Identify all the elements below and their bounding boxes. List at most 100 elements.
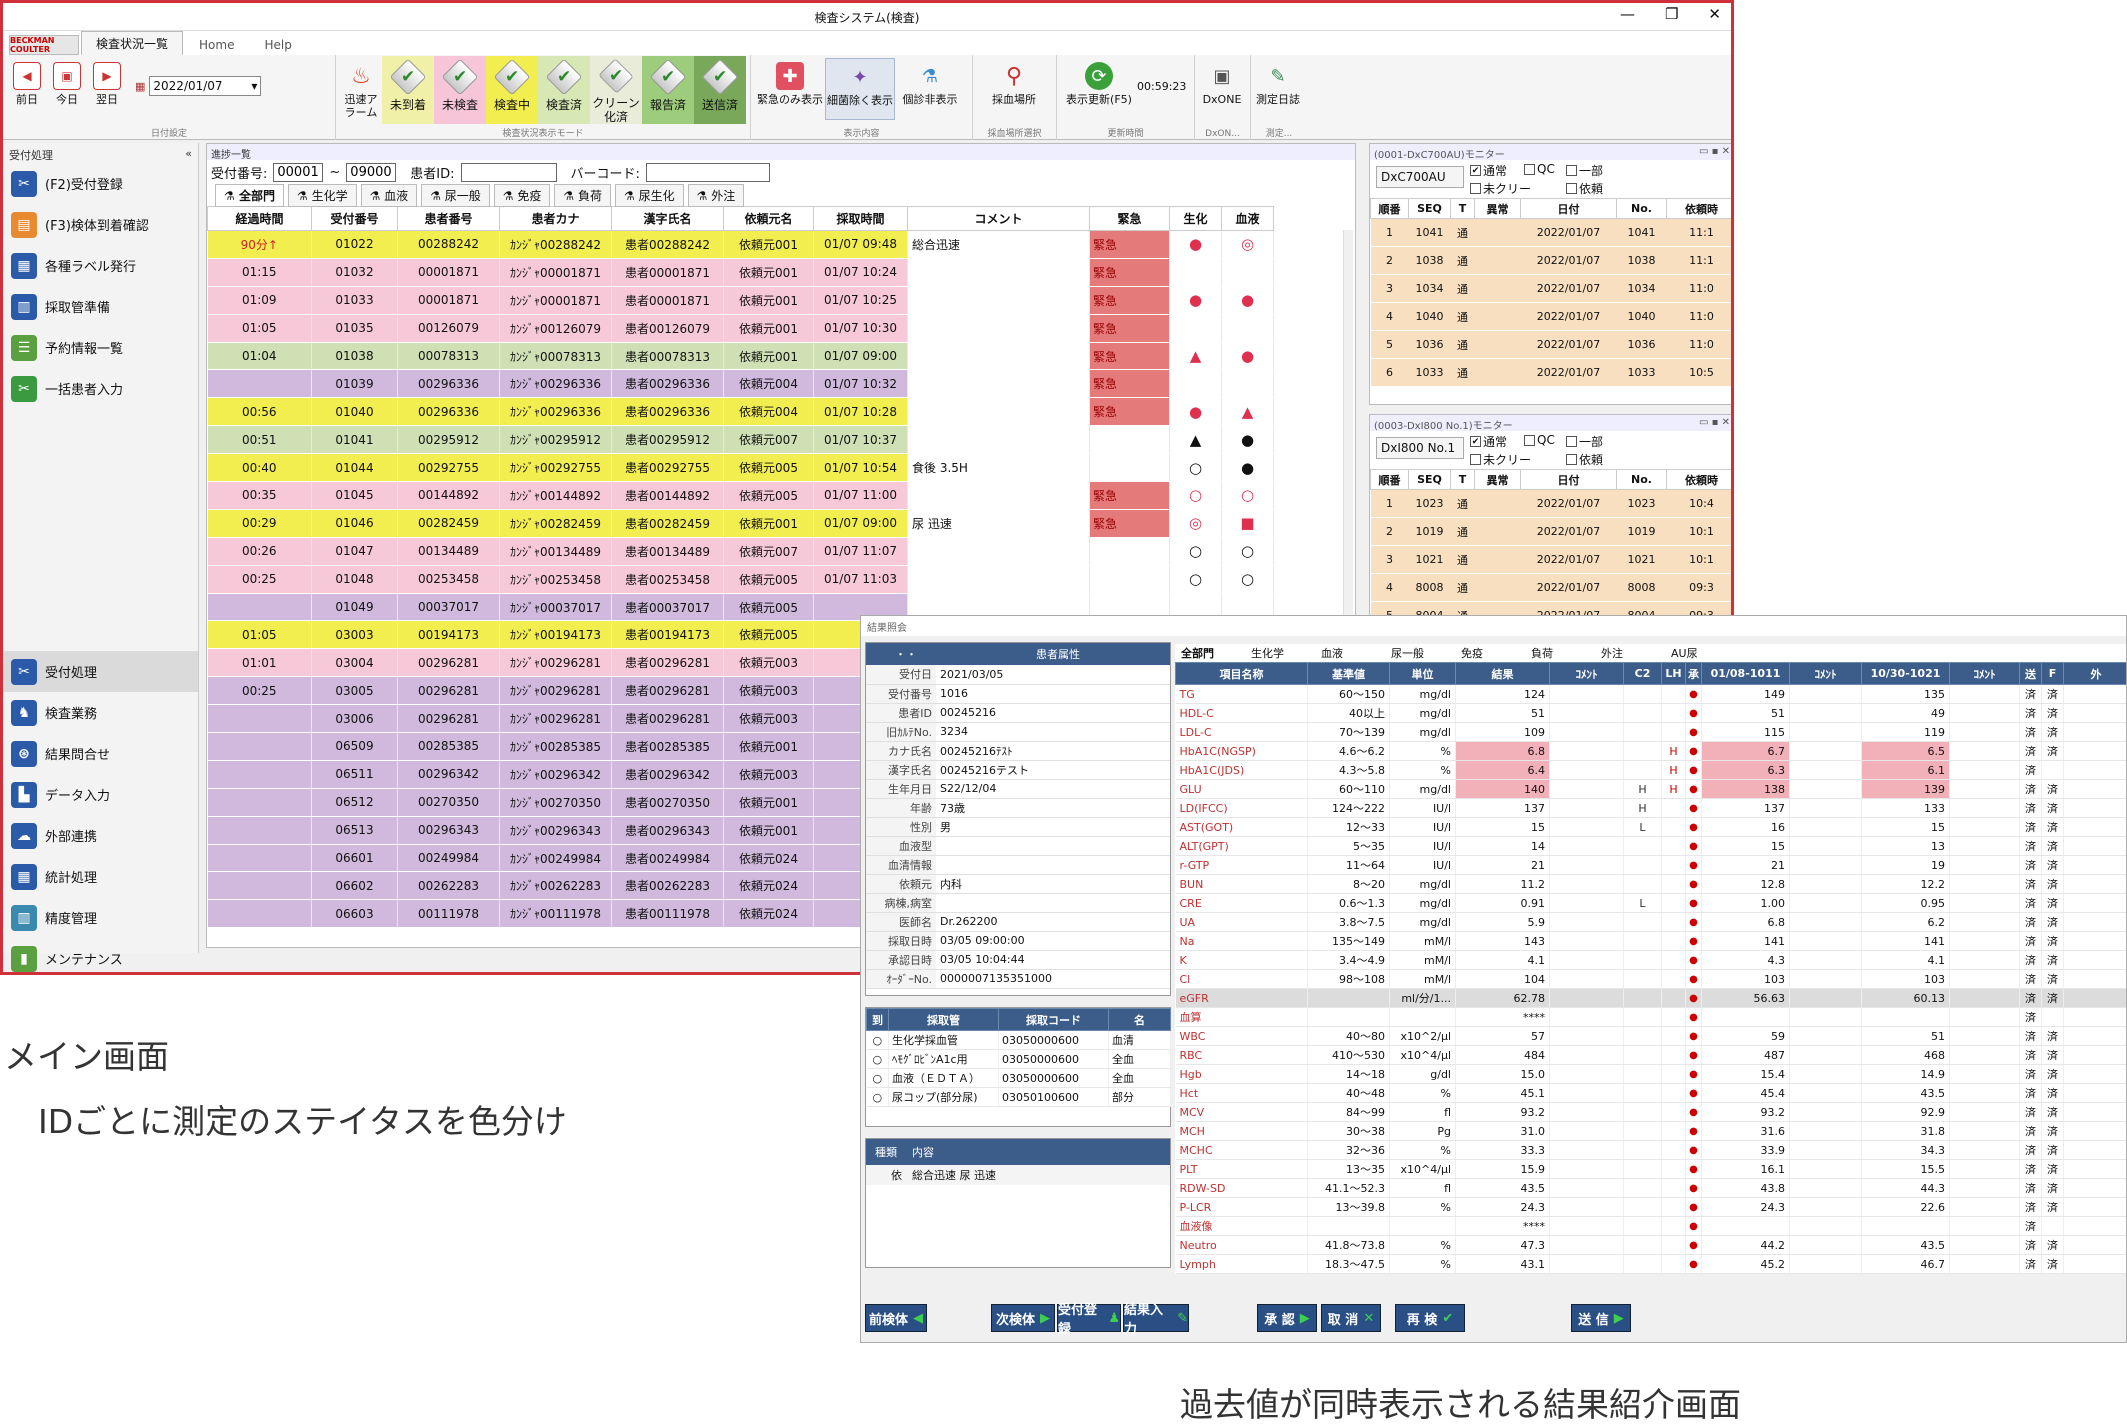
table-row[interactable]: 00:350104500144892ｶﾝｼﾞｬ00144892患者0014489…	[208, 482, 1274, 510]
result-input-button[interactable]: 結果入力✎	[1123, 1304, 1189, 1332]
table-row[interactable]: 90分↑0102200288242ｶﾝｼﾞｬ00288242患者00288242…	[208, 231, 1274, 259]
result-row[interactable]: LD(IFCC)124〜222IU/l137H●137133済済	[1176, 799, 2127, 818]
tab-help[interactable]: Help	[250, 35, 305, 55]
column-header[interactable]: 受付番号	[312, 207, 398, 231]
column-header[interactable]: 漢字氏名	[612, 207, 724, 231]
result-row[interactable]: TG60〜150mg/dl124●149135済済	[1176, 685, 2127, 704]
table-row[interactable]: 61033通2022/01/07103310:5	[1371, 359, 1735, 387]
urgent-only-button[interactable]: ✚緊急のみ表示	[755, 58, 825, 120]
table-row[interactable]: 21038通2022/01/07103811:1	[1371, 247, 1735, 275]
sidebar-item-top-5[interactable]: ✂一括患者入力	[3, 368, 198, 409]
measure-log-button[interactable]: ✎測定日誌	[1255, 58, 1301, 120]
sidebar-item-bottom-0[interactable]: ✂受付処理	[3, 651, 198, 692]
sidebar-item-top-1[interactable]: ▤(F3)検体到着確認	[3, 204, 198, 245]
prev-specimen-button[interactable]: 前検体◀	[865, 1304, 927, 1332]
result-row[interactable]: P-LCR13〜39.8%24.3●24.322.6済済	[1176, 1198, 2127, 1217]
column-header[interactable]: 経過時間	[208, 207, 312, 231]
retest-button[interactable]: 再 検✔	[1395, 1304, 1465, 1332]
tab-home[interactable]: Home	[185, 35, 248, 55]
result-row[interactable]: Lymph18.3〜47.5%43.1●45.246.7済済	[1176, 1255, 2127, 1274]
dept-tab-1[interactable]: ⚗ 生化学	[288, 184, 357, 207]
status-filter-2-button[interactable]: ✔検査中	[486, 56, 538, 124]
result-row[interactable]: K3.4〜4.9mM/l4.1●4.34.1済済	[1176, 951, 2127, 970]
cancel-button[interactable]: 取 消✕	[1321, 1304, 1381, 1332]
result-row[interactable]: 血算****●済	[1176, 1008, 2127, 1027]
status-filter-0-button[interactable]: ✔未到着	[382, 56, 434, 124]
result-row[interactable]: MCH30〜38Pg31.0●31.631.8済済	[1176, 1122, 2127, 1141]
column-header[interactable]: 依頼元名	[724, 207, 814, 231]
table-row[interactable]: 00:560104000296336ｶﾝｼﾞｬ00296336患者0029633…	[208, 398, 1274, 426]
table-row[interactable]: 00:510104100295912ｶﾝｼﾞｬ00295912患者0029591…	[208, 426, 1274, 454]
receipt-to-input[interactable]	[346, 163, 396, 182]
dept-tab-6[interactable]: ⚗ 尿生化	[615, 184, 684, 207]
dept-tab-5[interactable]: ⚗ 負荷	[554, 184, 611, 207]
refresh-button[interactable]: ⟳表示更新(F5)	[1061, 58, 1137, 120]
status-filter-4-button[interactable]: ✔クリーン化済	[590, 56, 642, 124]
option-checkbox-3[interactable]: 未クリー	[1470, 180, 1531, 197]
patient-id-input[interactable]	[461, 163, 557, 182]
tab-status-list[interactable]: 検査状況一覧	[81, 31, 183, 55]
result-row[interactable]: r-GTP11〜64IU/l21●2119済済	[1176, 856, 2127, 875]
collapse-icon[interactable]: «	[185, 147, 192, 159]
hide-individual-button[interactable]: ⚗個診非表示	[895, 58, 965, 120]
result-row[interactable]: RBC410〜530x10^4/μl484●487468済済	[1176, 1046, 2127, 1065]
minimize-button[interactable]: —	[1620, 5, 1635, 23]
table-row[interactable]: 31021通2022/01/07102110:1	[1371, 546, 1735, 574]
today-button[interactable]: ▣今日	[47, 58, 87, 120]
result-row[interactable]: AST(GOT)12〜33IU/l15L●1615済済	[1176, 818, 2127, 837]
column-header[interactable]: 緊急	[1090, 207, 1170, 231]
result-row[interactable]: Cl98〜108mM/l104●103103済済	[1176, 970, 2127, 989]
result-row[interactable]: HbA1C(JDS)4.3〜5.8%6.4H●6.36.1済	[1176, 761, 2127, 780]
table-row[interactable]: 00:250104800253458ｶﾝｼﾞｬ00253458患者0025345…	[208, 565, 1274, 593]
panel-controls[interactable]: ▭ ▪ ✕	[1699, 146, 1730, 158]
barcode-input[interactable]	[646, 163, 770, 182]
result-row[interactable]: MCHC32〜36%33.3●33.934.3済済	[1176, 1141, 2127, 1160]
result-row[interactable]: 血液像****●済	[1176, 1217, 2127, 1236]
result-tab-6[interactable]: 外注	[1595, 645, 1665, 661]
dxone-button[interactable]: ▣DxONE	[1199, 58, 1245, 120]
result-row[interactable]: Neutro41.8〜73.8%47.3●44.243.5済済	[1176, 1236, 2127, 1255]
sidebar-item-top-4[interactable]: ☰予約情報一覧	[3, 327, 198, 368]
sidebar-item-top-2[interactable]: ▦各種ラベル発行	[3, 245, 198, 286]
option-checkbox-2[interactable]: 一部	[1566, 162, 1603, 179]
radio-button[interactable]: ○	[867, 1050, 889, 1069]
collection-location-button[interactable]: ⚲採血場所	[977, 58, 1051, 120]
panel-controls[interactable]: ▭ ▪ ✕	[1699, 417, 1730, 429]
sidebar-item-top-0[interactable]: ✂(F2)受付登録	[3, 163, 198, 204]
result-tab-1[interactable]: 生化学	[1245, 645, 1315, 661]
table-row[interactable]: 51036通2022/01/07103611:0	[1371, 331, 1735, 359]
sidebar-item-bottom-1[interactable]: ♞検査業務	[3, 692, 198, 733]
option-checkbox-1[interactable]: QC	[1524, 162, 1555, 176]
result-row[interactable]: Hgb14〜18g/dl15.0●15.414.9済済	[1176, 1065, 2127, 1084]
result-row[interactable]: ALT(GPT)5〜35IU/l14●1513済済	[1176, 837, 2127, 856]
column-header[interactable]: 生化	[1170, 207, 1222, 231]
option-checkbox-0[interactable]: ✔通常	[1470, 433, 1507, 450]
table-row[interactable]: 31034通2022/01/07103411:0	[1371, 275, 1735, 303]
option-checkbox-0[interactable]: ✔通常	[1470, 162, 1507, 179]
prev-day-button[interactable]: ◀前日	[7, 58, 47, 120]
send-button[interactable]: 送 信▶	[1571, 1304, 1631, 1332]
column-header[interactable]: 血液	[1222, 207, 1274, 231]
tube-row[interactable]: ○生化学採血管03050000600血清	[867, 1031, 1171, 1050]
option-checkbox-2[interactable]: 一部	[1566, 433, 1603, 450]
radio-button[interactable]: ○	[867, 1031, 889, 1050]
radio-button[interactable]: ○	[867, 1069, 889, 1088]
column-header[interactable]: 患者番号	[398, 207, 500, 231]
next-specimen-button[interactable]: 次検体▶	[991, 1304, 1055, 1332]
tube-row[interactable]: ○ﾍﾓｸﾞﾛﾋﾞﾝA1c用03050000600全血	[867, 1050, 1171, 1069]
table-row[interactable]: 01:050103500126079ｶﾝｼﾞｬ00126079患者0012607…	[208, 314, 1274, 342]
tube-row[interactable]: ○尿コップ(部分尿)03050100600部分	[867, 1088, 1171, 1107]
next-day-button[interactable]: ▶翌日	[87, 58, 127, 120]
close-button[interactable]: ✕	[1708, 5, 1721, 23]
exclude-bacteria-button[interactable]: ✦細菌除く表示	[825, 58, 895, 120]
register-button[interactable]: 受付登録♟	[1057, 1304, 1121, 1332]
result-row[interactable]: WBC40〜80x10^2/μl57●5951済済	[1176, 1027, 2127, 1046]
table-row[interactable]: 21019通2022/01/07101910:1	[1371, 518, 1735, 546]
sidebar-item-bottom-2[interactable]: ⊛結果問合せ	[3, 733, 198, 774]
result-row[interactable]: LDL-C70〜139mg/dl109●115119済済	[1176, 723, 2127, 742]
dept-tab-4[interactable]: ⚗ 免疫	[494, 184, 551, 207]
table-row[interactable]: 01:040103800078313ｶﾝｼﾞｬ00078313患者0007831…	[208, 342, 1274, 370]
sidebar-item-bottom-3[interactable]: ▙データ入力	[3, 774, 198, 815]
rapid-alarm-button[interactable]: ♨迅速アラーム	[340, 58, 382, 120]
result-row[interactable]: MCV84〜99fl93.2●93.292.9済済	[1176, 1103, 2127, 1122]
